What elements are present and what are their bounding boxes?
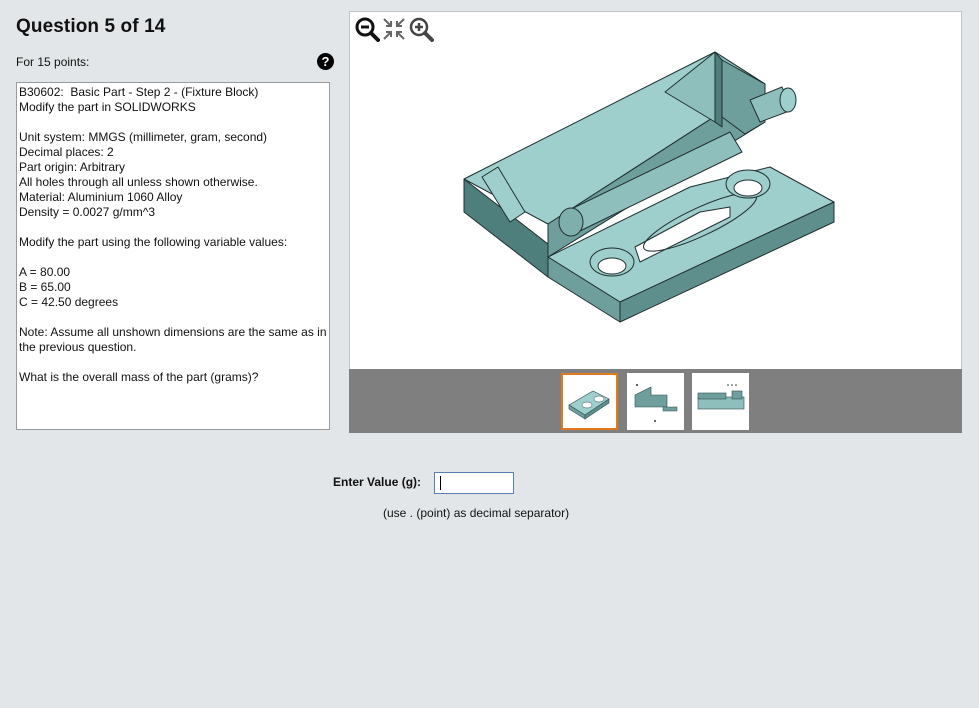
desc-line: Modify the part in SOLIDWORKS — [19, 100, 196, 114]
desc-line: B30602: Basic Part - Step 2 - (Fixture B… — [19, 85, 259, 99]
thumbnail-isometric-icon — [568, 390, 610, 420]
desc-line: Material: Aluminium 1060 Alloy — [19, 190, 183, 204]
desc-line — [19, 310, 329, 325]
points-label: For 15 points: — [16, 55, 90, 69]
desc-line: B = 65.00 — [19, 280, 71, 294]
desc-line: Note: Assume all unshown dimensions are … — [19, 325, 327, 339]
thumbnail-front[interactable] — [692, 373, 749, 430]
value-label: Enter Value (g): — [333, 475, 422, 489]
thumbnail-isometric[interactable] — [561, 373, 618, 430]
desc-line: C = 42.50 degrees — [19, 295, 119, 309]
desc-line: Part origin: Arbitrary — [19, 160, 126, 174]
thumbnail-side-icon — [634, 384, 678, 422]
desc-line — [19, 220, 329, 235]
desc-line: Decimal places: 2 — [19, 145, 114, 159]
desc-line: A = 80.00 — [19, 265, 71, 279]
thumbnail-side[interactable] — [627, 373, 684, 430]
desc-line: Modify the part using the following vari… — [19, 235, 288, 249]
desc-line: Unit system: MMGS (millimeter, gram, sec… — [19, 130, 268, 144]
desc-line — [19, 115, 329, 130]
desc-line — [19, 250, 329, 265]
question-title: Question 5 of 14 — [16, 16, 166, 37]
value-input[interactable] — [434, 472, 514, 494]
desc-line — [19, 355, 329, 370]
desc-line: All holes through all unless shown other… — [19, 175, 258, 189]
help-icon[interactable]: ? — [317, 53, 334, 70]
thumbnail-front-icon — [697, 384, 745, 410]
question-description: B30602: Basic Part - Step 2 - (Fixture B… — [16, 82, 330, 430]
text-caret — [440, 476, 441, 490]
model-viewer[interactable] — [349, 11, 962, 370]
decimal-hint: (use . (point) as decimal separator) — [383, 506, 570, 520]
part-render — [463, 51, 835, 323]
desc-line: the previous question. — [19, 340, 137, 354]
desc-line: What is the overall mass of the part (gr… — [19, 370, 259, 384]
desc-line: Density = 0.0027 g/mm^3 — [19, 205, 156, 219]
thumbnail-strip — [349, 369, 962, 433]
